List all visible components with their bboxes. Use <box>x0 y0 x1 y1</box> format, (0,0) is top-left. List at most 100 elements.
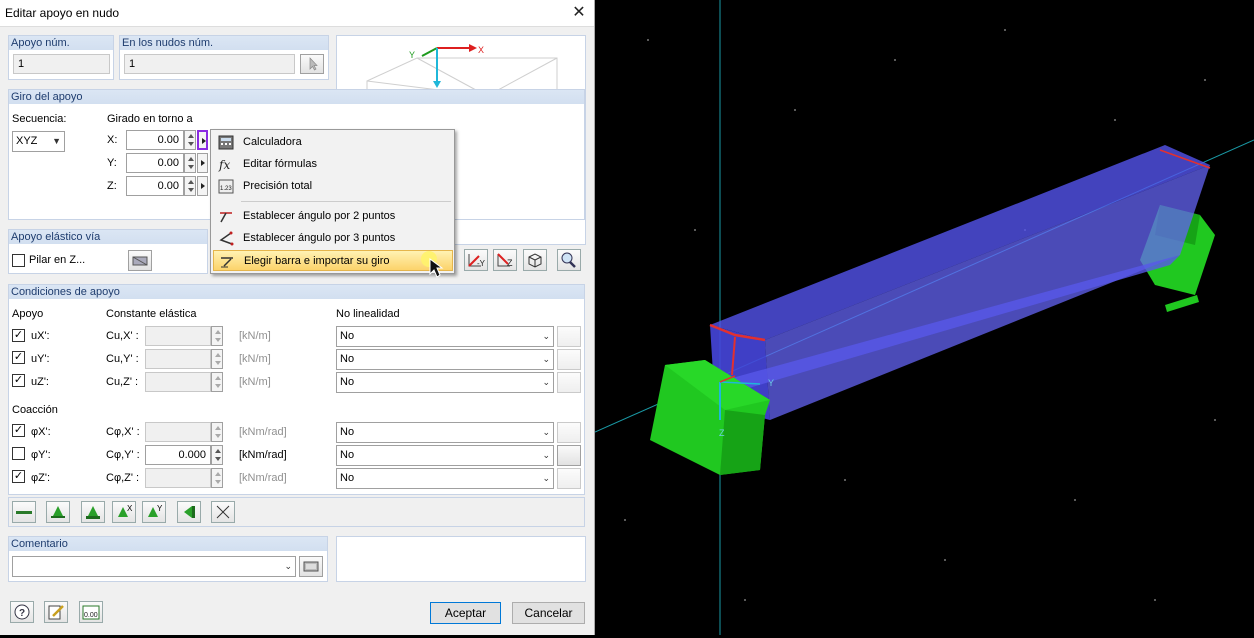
column-checkbox[interactable] <box>12 254 25 267</box>
uy-nonlinear-select[interactable]: No ⌄ <box>336 349 554 370</box>
edit-button[interactable] <box>44 601 68 623</box>
uz-nonlinear-edit-button[interactable] <box>557 372 581 393</box>
pointer-icon <box>309 57 318 71</box>
ux-nonlinear-value: No <box>340 330 355 342</box>
phiy-nonlinear-edit-button[interactable] <box>557 445 581 466</box>
pinned-support-button[interactable] <box>46 501 70 523</box>
close-icon[interactable]: ✕ <box>568 3 590 23</box>
cphiz-stepper[interactable] <box>211 468 223 488</box>
cphix-input[interactable] <box>145 422 211 442</box>
wall-support-icon <box>184 506 195 518</box>
cphix-stepper[interactable] <box>211 422 223 442</box>
menu-item-edit-formulas[interactable]: fx Editar fórmulas <box>213 154 453 175</box>
comment-input[interactable]: ⌄ <box>12 556 296 577</box>
uz-nonlinear-select[interactable]: No ⌄ <box>336 372 554 393</box>
menu-item-pick-member-label: Elegir barra e importar su giro <box>244 255 390 267</box>
comment-library-button[interactable] <box>299 556 323 577</box>
rotation-y-input[interactable]: 0.00 <box>126 153 184 173</box>
cphiy-input[interactable]: 0.000 <box>145 445 211 465</box>
phix-label: φX': <box>31 426 51 438</box>
cphiz-input[interactable] <box>145 468 211 488</box>
cuy-unit: [kN/m] <box>239 353 271 365</box>
rotation-x-input[interactable]: 0.00 <box>126 130 184 150</box>
ux-checkbox[interactable]: ✓ <box>12 329 25 342</box>
uz-nonlinear-value: No <box>340 376 355 388</box>
rotation-z-menu-button[interactable] <box>197 176 208 196</box>
phiz-nonlinear-edit-button[interactable] <box>557 468 581 489</box>
units-button[interactable]: 0.00 <box>79 601 103 623</box>
uy-nonlinear-edit-button[interactable] <box>557 349 581 370</box>
chevron-down-icon: ⌄ <box>542 450 550 460</box>
phiz-checkbox[interactable]: ✓ <box>12 470 25 483</box>
phix-nonlinear-value: No <box>340 426 355 438</box>
axis-x-label: X: <box>107 134 118 146</box>
support-x-button[interactable]: X <box>112 501 136 523</box>
nonlinear-col-header: No linealidad <box>336 308 400 320</box>
phiy-nonlinear-select[interactable]: No ⌄ <box>336 445 554 466</box>
rotation-z-input[interactable]: 0.00 <box>126 176 184 196</box>
support-number-field[interactable]: 1 <box>13 54 110 74</box>
cphiy-label: Cφ,Y' : <box>106 449 140 461</box>
cancel-button[interactable]: Cancelar <box>512 602 585 624</box>
chevron-down-icon: ⌄ <box>284 561 292 571</box>
svg-text:1.23: 1.23 <box>220 186 232 192</box>
ux-nonlinear-edit-button[interactable] <box>557 326 581 347</box>
rotation-x-stepper[interactable] <box>184 130 196 150</box>
phix-checkbox[interactable]: ✓ <box>12 424 25 437</box>
column-label: Pilar en Z... <box>29 254 86 266</box>
view-iso-button[interactable] <box>523 249 547 271</box>
cuy-input[interactable] <box>145 349 211 369</box>
nodes-group: En los nudos núm. 1 <box>119 35 329 80</box>
rotation-x-menu-button[interactable] <box>197 130 208 150</box>
phix-nonlinear-select[interactable]: No ⌄ <box>336 422 554 443</box>
rotation-y-stepper[interactable] <box>184 153 196 173</box>
view-y-button[interactable]: -Y <box>464 249 488 271</box>
zoom-button[interactable] <box>557 249 581 271</box>
ux-nonlinear-select[interactable]: No ⌄ <box>336 326 554 347</box>
sequence-select[interactable]: XYZ ▼ <box>12 131 65 152</box>
column-settings-button[interactable] <box>128 250 152 271</box>
units-icon: 0.00 <box>82 605 100 620</box>
svg-text:X: X <box>127 504 133 513</box>
uy-checkbox[interactable]: ✓ <box>12 351 25 364</box>
free-support-button[interactable] <box>211 501 235 523</box>
rotation-y-menu-button[interactable] <box>197 153 208 173</box>
rotated-about-label: Girado en torno a <box>107 113 193 125</box>
hinged-support-button[interactable] <box>12 501 36 523</box>
phiy-label: φY': <box>31 449 51 461</box>
model-canvas <box>594 0 1254 635</box>
cuy-stepper[interactable] <box>211 349 223 369</box>
menu-item-full-precision[interactable]: 1.23 Precisión total <box>213 176 453 197</box>
fixed-support-button[interactable] <box>81 501 105 523</box>
menu-item-calculator[interactable]: Calculadora <box>213 132 453 153</box>
precision-icon: 1.23 <box>218 179 234 194</box>
help-button[interactable]: ? <box>10 601 34 623</box>
chevron-down-icon: ⌄ <box>542 377 550 387</box>
uz-checkbox[interactable]: ✓ <box>12 374 25 387</box>
menu-item-edit-formulas-label: Editar fórmulas <box>243 158 317 170</box>
chevron-down-icon: ▼ <box>52 136 61 146</box>
nodes-field[interactable]: 1 <box>124 54 295 74</box>
cuz-unit: [kN/m] <box>239 376 271 388</box>
cphiy-stepper[interactable] <box>211 445 223 465</box>
menu-item-angle-2-points[interactable]: Establecer ángulo por 2 puntos <box>213 206 453 227</box>
chevron-down-icon: ⌄ <box>542 473 550 483</box>
model-viewport[interactable]: Y Z <box>594 0 1254 635</box>
phiz-nonlinear-select[interactable]: No ⌄ <box>336 468 554 489</box>
cphiy-unit: [kNm/rad] <box>239 449 287 461</box>
support-y-button[interactable]: Y <box>142 501 166 523</box>
title-bar: Editar apoyo en nudo ✕ <box>0 0 594 27</box>
cux-label: Cu,X' : <box>106 330 139 342</box>
phiy-checkbox[interactable] <box>12 447 25 460</box>
cux-stepper[interactable] <box>211 326 223 346</box>
pick-node-button[interactable] <box>300 54 324 74</box>
ok-button[interactable]: Aceptar <box>430 602 501 624</box>
phix-nonlinear-edit-button[interactable] <box>557 422 581 443</box>
menu-item-angle-3-points[interactable]: Establecer ángulo por 3 puntos <box>213 228 453 249</box>
rotation-z-stepper[interactable] <box>184 176 196 196</box>
view-z-button[interactable]: Z <box>493 249 517 271</box>
wall-support-button[interactable] <box>177 501 201 523</box>
cuz-stepper[interactable] <box>211 372 223 392</box>
cuz-input[interactable] <box>145 372 211 392</box>
cux-input[interactable] <box>145 326 211 346</box>
